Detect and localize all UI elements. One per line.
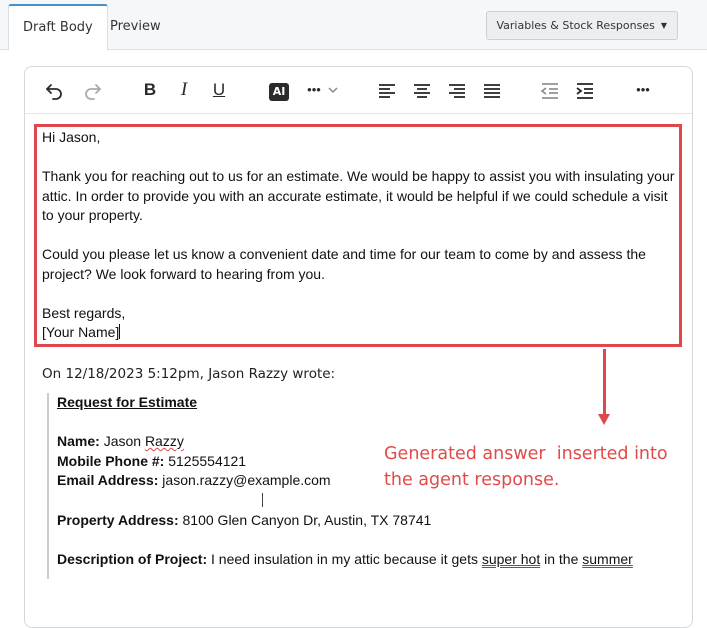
ai-icon: AI <box>269 83 289 101</box>
arrow-down-icon <box>598 414 610 425</box>
annotation-arrow-shaft <box>603 349 606 417</box>
greeting: Hi Jason, <box>42 129 101 145</box>
tab-draft-body[interactable]: Draft Body <box>8 4 108 51</box>
name-label: Name: <box>57 433 100 450</box>
undo-icon[interactable] <box>43 77 67 103</box>
outdent-icon[interactable] <box>539 77 561 103</box>
bold-button[interactable]: B <box>139 77 161 103</box>
more-options-button[interactable]: ••• <box>631 77 655 103</box>
indent-icon[interactable] <box>574 77 596 103</box>
redo-icon[interactable] <box>80 77 104 103</box>
paragraph-2: Could you please let us know a convenien… <box>42 246 646 282</box>
caret-down-icon: ▼ <box>660 21 667 30</box>
address-value: 8100 Glen Canyon Dr, Austin, TX 78741 <box>182 511 432 528</box>
text-cursor-icon <box>262 493 263 507</box>
generated-answer-text[interactable]: Hi Jason, Thank you for reaching out to … <box>42 128 682 343</box>
align-left-icon[interactable] <box>376 77 398 103</box>
quoted-title: Request for Estimate <box>57 394 198 410</box>
description-super-hot: super hot <box>481 550 541 567</box>
underline-button[interactable]: U <box>209 77 229 103</box>
variables-stock-responses-button[interactable]: Variables & Stock Responses ▼ <box>485 11 678 40</box>
annotation-text: Generated answer inserted into the agent… <box>384 441 684 493</box>
phone-label: Mobile Phone #: <box>57 452 165 469</box>
align-center-icon[interactable] <box>411 77 433 103</box>
annotation-line-1: Generated answer inserted into <box>384 444 668 464</box>
chevron-down-icon[interactable] <box>326 77 340 103</box>
italic-button[interactable]: I <box>174 77 194 103</box>
closing: Best regards, <box>42 304 126 321</box>
description-summer: summer <box>582 550 633 567</box>
paragraph-1: Thank you for reaching out to us for an … <box>42 168 675 223</box>
description-start: I need insulation in my attic because it… <box>211 550 478 567</box>
name-last: Razzy <box>144 433 184 450</box>
address-label: Property Address: <box>57 511 179 528</box>
tab-preview[interactable]: Preview <box>96 4 175 49</box>
phone-value: 5125554121 <box>168 452 247 469</box>
signature: [Your Name] <box>42 324 121 340</box>
editor-toolbar: B I U AI ••• ••• <box>25 67 692 114</box>
quoted-wrote-line: On 12/18/2023 5:12pm, Jason Razzy wrote: <box>42 366 336 382</box>
align-justify-icon[interactable] <box>481 77 503 103</box>
description-label: Description of Project: <box>57 550 208 567</box>
variables-button-label: Variables & Stock Responses <box>496 19 655 32</box>
more-inline-button[interactable]: ••• <box>302 77 326 103</box>
tab-bar: Draft Body Preview Variables & Stock Res… <box>0 0 707 51</box>
email-value: jason.razzy@example.com <box>162 472 331 489</box>
align-right-icon[interactable] <box>446 77 468 103</box>
email-label: Email Address: <box>57 472 159 489</box>
name-first: Jason <box>103 433 142 450</box>
description-mid: in the <box>544 550 579 567</box>
annotation-line-2: the agent response. <box>384 470 560 490</box>
ai-button[interactable]: AI <box>268 77 290 103</box>
